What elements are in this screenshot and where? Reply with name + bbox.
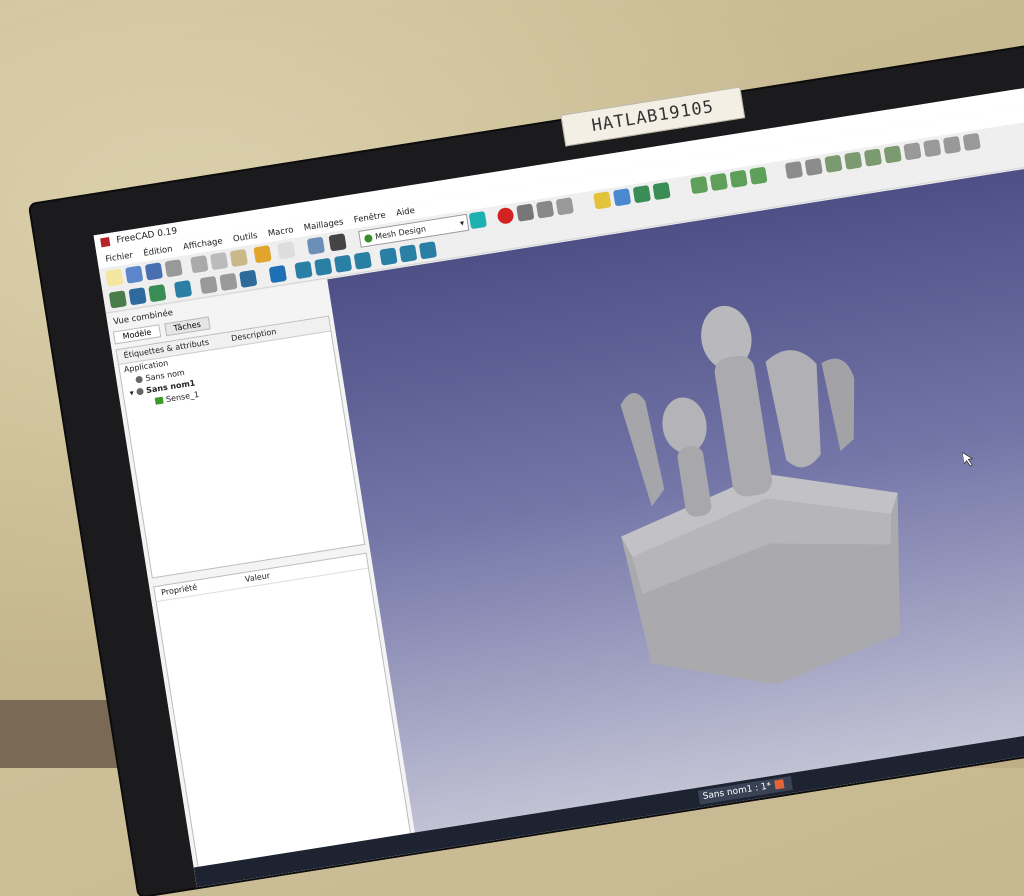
mesh-intersection-icon[interactable] <box>942 135 962 155</box>
property-view: Propriété Valeur <box>153 552 413 875</box>
mesh-body-center <box>714 355 773 497</box>
print-icon[interactable] <box>164 259 183 278</box>
menu-aide[interactable]: Aide <box>395 206 415 219</box>
mouse-cursor-icon <box>962 451 974 467</box>
draw-style-icon[interactable] <box>148 284 167 303</box>
fit-selection-icon[interactable] <box>128 287 147 306</box>
mesh-union-icon[interactable] <box>923 139 942 158</box>
zoom-icon[interactable] <box>268 264 288 284</box>
fit-all-icon[interactable] <box>108 290 128 309</box>
mesh-import-icon[interactable] <box>689 175 709 195</box>
view-isometric-icon[interactable] <box>294 260 313 280</box>
property-column: Propriété <box>160 582 198 598</box>
mesh-leaf-far-right <box>821 358 855 452</box>
tab-tasks[interactable]: Tâches <box>163 316 211 337</box>
mesh-fill-holes-icon[interactable] <box>844 151 863 170</box>
undo-icon[interactable] <box>253 245 272 264</box>
measure-icon[interactable] <box>468 210 488 230</box>
value-column: Valeur <box>244 571 271 584</box>
mesh-workbench-icon <box>363 233 373 243</box>
view-bottom-icon[interactable] <box>399 244 418 263</box>
mesh-flip-normals-icon[interactable] <box>824 154 843 173</box>
menu-macro[interactable]: Macro <box>267 225 294 239</box>
link-icon[interactable] <box>632 185 651 204</box>
mesh-analyze-icon[interactable] <box>784 160 804 180</box>
workbench-icon[interactable] <box>239 269 258 288</box>
copy-icon[interactable] <box>209 251 229 271</box>
mesh-stem-left <box>620 393 665 507</box>
mesh-head-left <box>662 397 707 454</box>
menu-edition[interactable]: Édition <box>143 244 174 258</box>
part-icon[interactable] <box>593 191 612 210</box>
view-left-icon[interactable] <box>418 241 438 260</box>
new-document-icon[interactable] <box>105 268 124 287</box>
whats-this-icon[interactable] <box>328 233 347 252</box>
view-rear-icon[interactable] <box>379 247 398 266</box>
macro-record-icon[interactable] <box>496 206 515 225</box>
freecad-app-icon <box>100 237 111 248</box>
mesh-harmonize-icon[interactable] <box>804 157 823 177</box>
mesh-body-left <box>677 446 712 517</box>
macro-play-icon[interactable] <box>555 197 574 216</box>
redo-icon[interactable] <box>277 241 296 260</box>
open-icon[interactable] <box>125 265 144 284</box>
view-front-icon[interactable] <box>314 257 333 277</box>
view-right-icon[interactable] <box>353 251 372 270</box>
document-icon <box>135 387 144 396</box>
chevron-down-icon: ▾ <box>459 218 465 228</box>
macro-stop-icon[interactable] <box>516 203 535 222</box>
menu-fichier[interactable]: Fichier <box>105 251 134 265</box>
document-icon <box>135 375 144 384</box>
document-tree: Étiquettes & attributs Description Appli… <box>115 315 366 579</box>
mesh-refinement-icon[interactable] <box>749 166 768 185</box>
forward-arrow-icon[interactable] <box>219 272 238 292</box>
menu-outils[interactable]: Outils <box>232 231 258 245</box>
mesh-remove-components-icon[interactable] <box>863 148 883 167</box>
back-arrow-icon[interactable] <box>199 275 218 295</box>
cut-icon[interactable] <box>190 255 209 274</box>
stereo-icon[interactable] <box>173 279 193 299</box>
paste-icon[interactable] <box>229 248 249 268</box>
save-icon[interactable] <box>144 262 164 281</box>
refresh-icon[interactable] <box>306 236 326 255</box>
mesh-smooth-icon[interactable] <box>883 145 902 164</box>
taskbar-item-label: Sans nom1 : 1* <box>702 781 772 802</box>
mesh-icon <box>154 396 164 405</box>
group-icon[interactable] <box>612 188 632 207</box>
mesh-export-icon[interactable] <box>709 172 729 192</box>
link-actions-icon[interactable] <box>652 181 671 201</box>
tab-model[interactable]: Modèle <box>112 324 162 345</box>
macro-edit-icon[interactable] <box>535 200 555 219</box>
mesh-from-shape-icon[interactable] <box>729 169 748 188</box>
mesh-difference-icon[interactable] <box>962 132 981 152</box>
view-top-icon[interactable] <box>333 254 353 273</box>
close-icon[interactable] <box>774 779 785 790</box>
workbench-label: Mesh Design <box>374 224 427 242</box>
mesh-evaluate-icon[interactable] <box>903 142 922 161</box>
